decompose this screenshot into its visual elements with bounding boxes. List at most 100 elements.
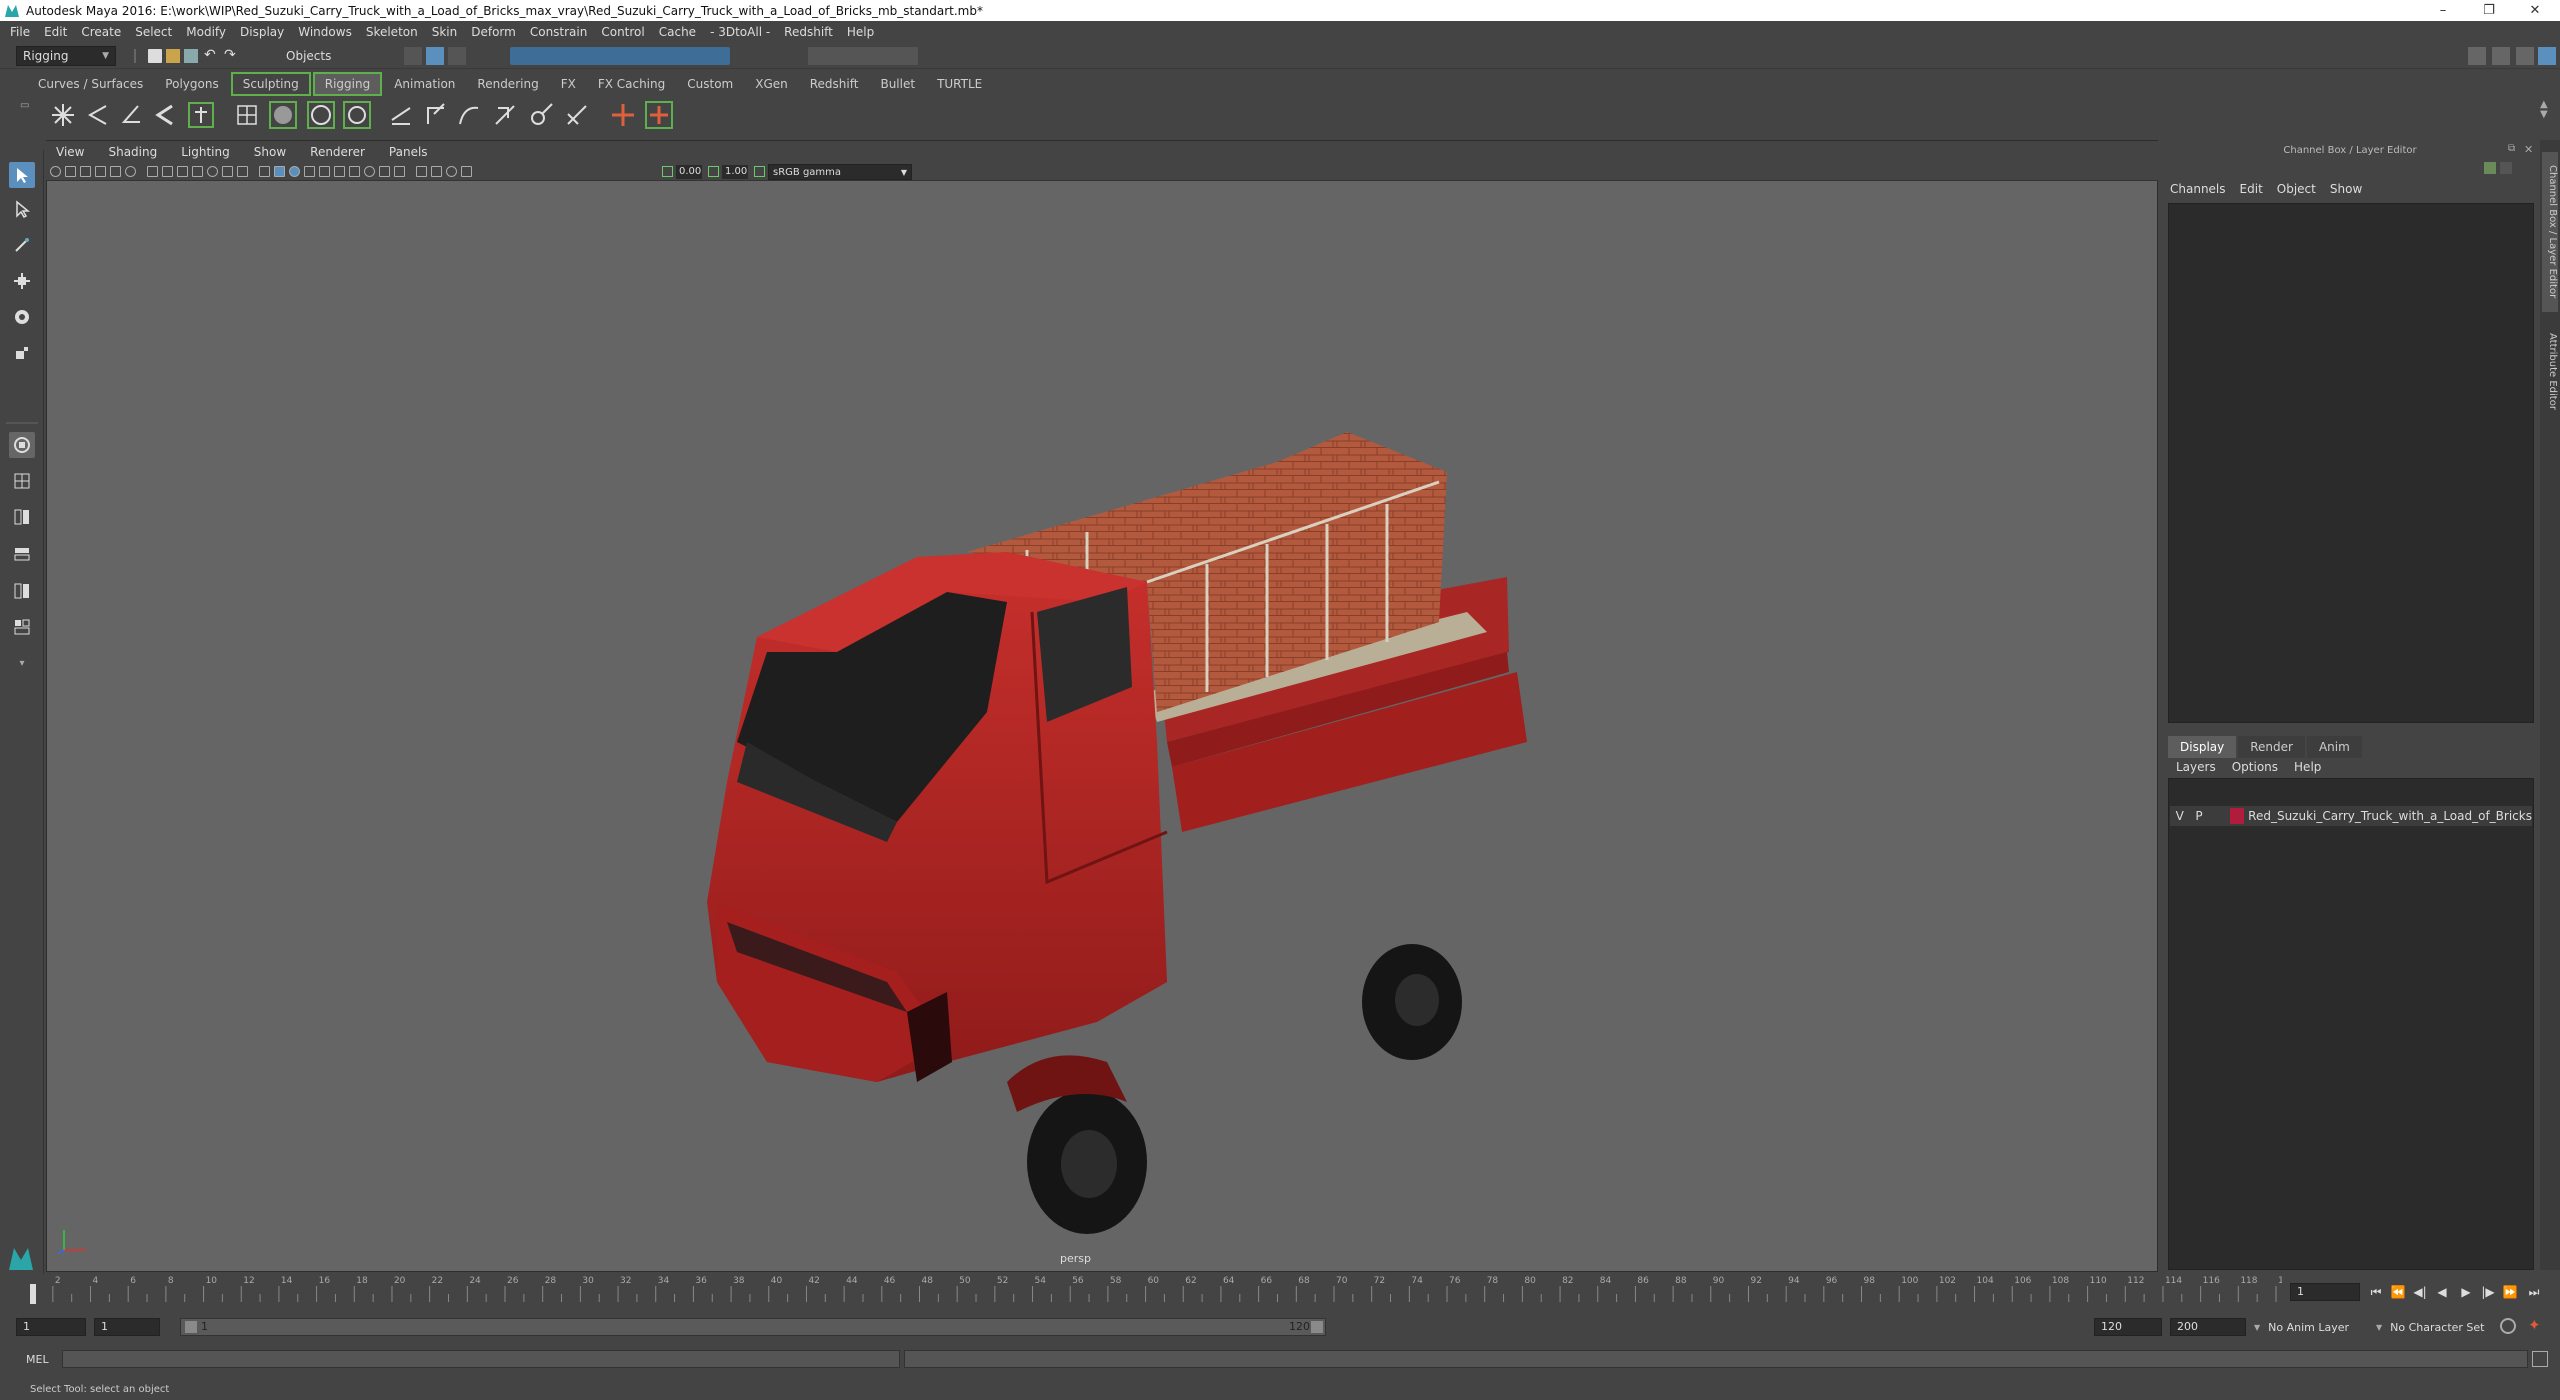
persp-graph-layout-icon[interactable]: [9, 578, 35, 604]
shelf-tab-curves-surfaces[interactable]: Curves / Surfaces: [28, 74, 153, 94]
save-scene-icon[interactable]: [184, 49, 198, 63]
menu-modify[interactable]: Modify: [186, 25, 226, 39]
menu-windows[interactable]: Windows: [298, 25, 352, 39]
quick-rig-icon[interactable]: [186, 100, 216, 130]
bind-skin-icon[interactable]: [232, 100, 262, 130]
menu-file[interactable]: File: [10, 25, 30, 39]
shelf-tab-fx-caching[interactable]: FX Caching: [588, 74, 675, 94]
outliner-icon[interactable]: [2516, 47, 2534, 65]
command-input[interactable]: [62, 1350, 900, 1368]
layer-visibility-toggle[interactable]: V: [2170, 809, 2189, 823]
float-panel-icon[interactable]: ⧉: [2508, 143, 2515, 154]
2d-pan-zoom-icon[interactable]: [110, 166, 121, 177]
layout-icon[interactable]: [2468, 47, 2486, 65]
viewport-menu-show[interactable]: Show: [254, 145, 286, 159]
shelf-tab-turtle[interactable]: TURTLE: [927, 74, 992, 94]
show-manipulator-icon[interactable]: [9, 432, 35, 458]
select-by-object-icon[interactable]: [426, 47, 444, 65]
lattice-icon[interactable]: [342, 100, 372, 130]
wrap-deformer-icon[interactable]: [490, 100, 520, 130]
paint-weights-icon[interactable]: [268, 100, 298, 130]
exposure-icon[interactable]: [662, 166, 673, 177]
channel-box-toggle-icon[interactable]: [2538, 47, 2556, 65]
character-set-dropdown[interactable]: ▼ No Character Set: [2376, 1316, 2512, 1338]
four-view-layout-icon[interactable]: [9, 504, 35, 530]
layer-playback-toggle[interactable]: P: [2189, 809, 2208, 823]
layer-tab-display[interactable]: Display: [2168, 736, 2237, 758]
range-start-handle[interactable]: [185, 1321, 197, 1333]
blend-shape-icon[interactable]: [420, 100, 450, 130]
layer-menu-layers[interactable]: Layers: [2176, 760, 2216, 774]
scale-tool-icon[interactable]: [9, 340, 35, 366]
menu-set-dropdown[interactable]: Rigging ▼: [16, 46, 116, 66]
menu-3dtoall[interactable]: - 3DtoAll -: [710, 25, 770, 39]
viewport-menu-view[interactable]: View: [56, 145, 84, 159]
lasso-tool-icon[interactable]: [9, 196, 35, 222]
shelf-tab-custom[interactable]: Custom: [677, 74, 743, 94]
shelf-scroll-icon[interactable]: ▲ ▼: [2540, 100, 2554, 130]
wireframe-icon[interactable]: [259, 166, 270, 177]
open-scene-icon[interactable]: [166, 49, 180, 63]
menu-control[interactable]: Control: [601, 25, 644, 39]
sculpt-deformer-icon[interactable]: [306, 100, 336, 130]
shelf-tab-redshift[interactable]: Redshift: [800, 74, 869, 94]
menu-select[interactable]: Select: [135, 25, 172, 39]
field-chart-icon[interactable]: [207, 166, 218, 177]
attribute-icon[interactable]: [2500, 162, 2512, 174]
wire-deformer-icon[interactable]: [454, 100, 484, 130]
menu-redshift[interactable]: Redshift: [784, 25, 833, 39]
grease-pencil-icon[interactable]: [125, 166, 136, 177]
xray-joints-icon[interactable]: [446, 166, 457, 177]
xray-icon[interactable]: [431, 166, 442, 177]
color-space-dropdown[interactable]: sRGB gamma ▼: [768, 164, 912, 180]
anim-layer-dropdown[interactable]: ▼ No Anim Layer: [2254, 1316, 2360, 1338]
auto-key-icon[interactable]: [2500, 1318, 2516, 1334]
persp-outliner-layout-icon[interactable]: [9, 540, 35, 566]
snap-toolbar[interactable]: [510, 47, 730, 65]
go-to-start-icon[interactable]: ⏮: [2368, 1284, 2384, 1300]
parent-constraint-icon[interactable]: [644, 100, 674, 130]
shelf-tab-rendering[interactable]: Rendering: [467, 74, 548, 94]
play-backwards-icon[interactable]: ◀: [2434, 1284, 2450, 1300]
menu-skin[interactable]: Skin: [432, 25, 458, 39]
isolate-select-icon[interactable]: [416, 166, 427, 177]
shadows-icon[interactable]: [334, 166, 345, 177]
shelf-tab-xgen[interactable]: XGen: [745, 74, 798, 94]
motion-blur-icon[interactable]: [364, 166, 375, 177]
start-time-field[interactable]: 1: [16, 1318, 86, 1336]
insert-joint-icon[interactable]: [150, 100, 180, 130]
gate-mask-icon[interactable]: [192, 166, 203, 177]
safe-action-icon[interactable]: [222, 166, 233, 177]
redo-icon[interactable]: ↷: [224, 47, 236, 63]
render-toolbar[interactable]: [808, 47, 918, 65]
go-to-end-icon[interactable]: ⏭: [2526, 1284, 2542, 1300]
range-end-field[interactable]: 120: [2094, 1318, 2162, 1336]
layer-menu-options[interactable]: Options: [2232, 760, 2278, 774]
undo-icon[interactable]: ↶: [204, 47, 216, 63]
grid-icon[interactable]: [147, 166, 158, 177]
close-panel-icon[interactable]: ✕: [2524, 143, 2533, 156]
range-end-handle[interactable]: [1311, 1321, 1323, 1333]
locator-icon[interactable]: [608, 100, 638, 130]
truck-model[interactable]: [47, 182, 2157, 1271]
shelf-tab-bullet[interactable]: Bullet: [870, 74, 925, 94]
hypershade-layout-icon[interactable]: [9, 614, 35, 640]
shelf-options-icon[interactable]: ▭: [20, 100, 34, 130]
ik-handle-icon[interactable]: [82, 100, 112, 130]
play-forwards-icon[interactable]: ▶: [2458, 1284, 2474, 1300]
layer-tab-anim[interactable]: Anim: [2306, 736, 2362, 758]
step-forward-frame-icon[interactable]: |▶: [2480, 1284, 2496, 1300]
rotate-tool-icon[interactable]: [9, 304, 35, 330]
screen-ao-icon[interactable]: [349, 166, 360, 177]
paint-select-tool-icon[interactable]: [9, 232, 35, 258]
single-perspective-layout-icon[interactable]: [9, 468, 35, 494]
smooth-shade-icon[interactable]: [274, 166, 285, 177]
shelf-tab-sculpting[interactable]: Sculpting: [230, 72, 311, 96]
current-time-marker[interactable]: [30, 1284, 36, 1304]
step-back-key-icon[interactable]: ⏪: [2390, 1284, 2406, 1300]
channel-box-icon[interactable]: [2484, 162, 2496, 174]
shelf-tab-polygons[interactable]: Polygons: [155, 74, 228, 94]
menu-edit[interactable]: Edit: [44, 25, 67, 39]
use-all-lights-icon[interactable]: [319, 166, 330, 177]
depth-of-field-icon[interactable]: [394, 166, 405, 177]
